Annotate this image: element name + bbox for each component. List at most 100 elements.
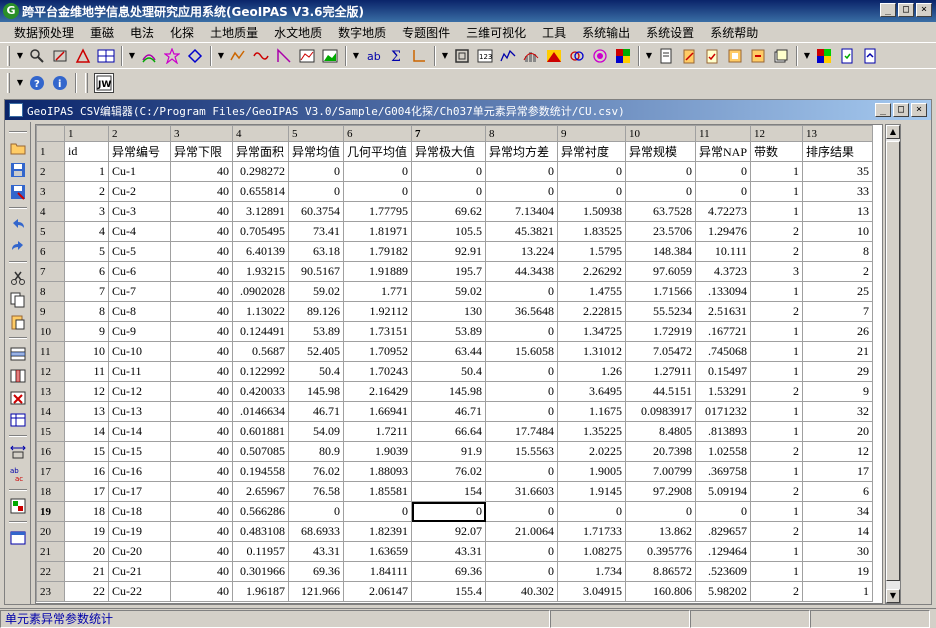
table-cell[interactable]: 1 bbox=[750, 281, 804, 302]
chevron-down-icon[interactable]: ▼ bbox=[16, 51, 24, 60]
copy-icon[interactable] bbox=[8, 290, 28, 310]
table-cell[interactable]: 2 bbox=[750, 381, 804, 402]
color-grid-icon[interactable] bbox=[814, 46, 834, 66]
table-cell[interactable]: .369758 bbox=[695, 461, 752, 482]
table-cell[interactable]: 1.72919 bbox=[625, 321, 697, 342]
table-cell[interactable]: 5.98202 bbox=[695, 581, 752, 602]
table-cell[interactable]: 1.9005 bbox=[557, 461, 627, 482]
csv-grid[interactable]: 1 2 3 4 5 6 7 8 9 10 11 12 13 1 id 异常编号 异常下限 异常面积 异常均值 几何平… bbox=[35, 124, 883, 604]
table-cell[interactable]: 18 bbox=[64, 501, 109, 522]
table-cell[interactable]: 1.85581 bbox=[343, 481, 413, 502]
table-cell[interactable]: 43.31 bbox=[287, 541, 345, 562]
table-cell[interactable]: 2 bbox=[750, 301, 804, 322]
child-minimize-button[interactable]: _ bbox=[875, 103, 891, 117]
table-cell[interactable]: 1.29476 bbox=[695, 221, 752, 242]
table-cell[interactable]: Cu-8 bbox=[108, 301, 171, 322]
table-cell[interactable]: 1.79182 bbox=[343, 241, 413, 262]
table-cell[interactable]: 40 bbox=[170, 521, 233, 542]
text-tool-icon[interactable]: abc bbox=[363, 46, 383, 66]
header-cell[interactable]: 几何平均值 bbox=[343, 141, 413, 162]
table-cell[interactable]: 89.126 bbox=[287, 301, 345, 322]
table-cell[interactable]: 1 bbox=[750, 461, 804, 482]
table-cell[interactable]: 54.09 bbox=[287, 421, 345, 442]
table-cell[interactable]: Cu-5 bbox=[108, 241, 171, 262]
table-cell[interactable]: 0.194558 bbox=[232, 461, 289, 482]
table-cell[interactable]: 0 bbox=[485, 381, 559, 402]
table-cell[interactable]: 0.298272 bbox=[232, 161, 289, 182]
table-cell[interactable]: 1.02558 bbox=[695, 441, 752, 462]
table-cell[interactable]: 0 bbox=[557, 501, 627, 522]
table-cell[interactable]: 160.806 bbox=[625, 581, 697, 602]
table-cell[interactable]: 0.705495 bbox=[232, 221, 289, 242]
table-cell[interactable]: 40 bbox=[170, 441, 233, 462]
table-cell[interactable]: 15 bbox=[64, 441, 109, 462]
table-cell[interactable]: 53.89 bbox=[411, 321, 487, 342]
table-cell[interactable]: Cu-1 bbox=[108, 161, 171, 182]
table-cell[interactable]: 0 bbox=[485, 281, 559, 302]
table-cell[interactable]: 0 bbox=[485, 561, 559, 582]
table-cell[interactable]: 1.70952 bbox=[343, 341, 413, 362]
row-number[interactable]: 13 bbox=[36, 381, 65, 402]
table-cell[interactable]: 1.81971 bbox=[343, 221, 413, 242]
table-cell[interactable]: 1 bbox=[750, 181, 804, 202]
table-cell[interactable]: 0 bbox=[625, 501, 697, 522]
table-cell[interactable]: 60.3754 bbox=[287, 201, 345, 222]
table-cell[interactable]: 8 bbox=[64, 301, 109, 322]
table-cell[interactable]: 40 bbox=[170, 361, 233, 382]
table-cell[interactable]: 90.5167 bbox=[287, 261, 345, 282]
table-cell[interactable]: 40 bbox=[170, 281, 233, 302]
table-cell[interactable]: .0902028 bbox=[232, 281, 289, 302]
table-cell[interactable]: 121.966 bbox=[287, 581, 345, 602]
table-cell[interactable]: Cu-9 bbox=[108, 321, 171, 342]
table-cell[interactable]: 40 bbox=[170, 581, 233, 602]
row-number[interactable]: 22 bbox=[36, 561, 65, 582]
table-cell[interactable]: 13.224 bbox=[485, 241, 559, 262]
table-cell[interactable]: 1 bbox=[750, 341, 804, 362]
save-as-icon[interactable] bbox=[8, 182, 28, 202]
table-cell[interactable]: 1 bbox=[750, 361, 804, 382]
table-cell[interactable]: 12 bbox=[802, 441, 874, 462]
toolbar-grip[interactable] bbox=[7, 72, 10, 93]
header-cell[interactable]: 异常规模 bbox=[625, 141, 697, 162]
table-cell[interactable]: 0 bbox=[343, 181, 413, 202]
edit-map-icon[interactable] bbox=[50, 46, 70, 66]
table-cell[interactable]: 63.7528 bbox=[625, 201, 697, 222]
palette-tool-icon[interactable] bbox=[613, 46, 633, 66]
table-cell[interactable]: 0.0983917 bbox=[625, 401, 697, 422]
row-number[interactable]: 20 bbox=[36, 521, 65, 542]
table-cell[interactable]: 40 bbox=[170, 401, 233, 422]
table-cell[interactable]: 1.70243 bbox=[343, 361, 413, 382]
table-cell[interactable]: 2 bbox=[802, 261, 874, 282]
info-icon[interactable]: i bbox=[50, 73, 70, 93]
table-cell[interactable]: 1.93215 bbox=[232, 261, 289, 282]
header-cell[interactable]: 异常编号 bbox=[108, 141, 171, 162]
row-number[interactable]: 15 bbox=[36, 421, 65, 442]
grid-tool-icon[interactable] bbox=[96, 46, 116, 66]
table-cell[interactable]: Cu-12 bbox=[108, 381, 171, 402]
chevron-down-icon[interactable]: ▼ bbox=[128, 51, 136, 60]
table-cell[interactable]: 19 bbox=[64, 521, 109, 542]
table-cell[interactable]: 40.302 bbox=[485, 581, 559, 602]
column-header[interactable]: 6 bbox=[343, 125, 413, 142]
menu-digital-geology[interactable]: 数字地质 bbox=[330, 24, 394, 41]
table-cell[interactable]: 1 bbox=[750, 401, 804, 422]
insert-row-icon[interactable] bbox=[8, 344, 28, 364]
column-header[interactable]: 10 bbox=[625, 125, 697, 142]
table-cell[interactable]: 0 bbox=[485, 401, 559, 422]
table-cell[interactable]: 76.02 bbox=[287, 461, 345, 482]
table-cell[interactable]: 0.122992 bbox=[232, 361, 289, 382]
table-cell[interactable]: Cu-10 bbox=[108, 341, 171, 362]
report-icon[interactable] bbox=[725, 46, 745, 66]
table-cell[interactable]: 0 bbox=[485, 501, 559, 522]
row-number[interactable]: 23 bbox=[36, 581, 65, 602]
window-icon[interactable] bbox=[8, 528, 28, 548]
child-maximize-button[interactable]: □ bbox=[893, 103, 909, 117]
table-cell[interactable]: 0 bbox=[557, 181, 627, 202]
profile-tool-icon[interactable] bbox=[228, 46, 248, 66]
table-cell[interactable]: 0 bbox=[287, 501, 345, 522]
table-cell[interactable]: 8.4805 bbox=[625, 421, 697, 442]
table-cell[interactable]: 7 bbox=[802, 301, 874, 322]
import-icon[interactable] bbox=[837, 46, 857, 66]
scroll-up-arrow-icon[interactable]: ▲ bbox=[886, 125, 900, 139]
table-cell[interactable]: 21.0064 bbox=[485, 521, 559, 542]
